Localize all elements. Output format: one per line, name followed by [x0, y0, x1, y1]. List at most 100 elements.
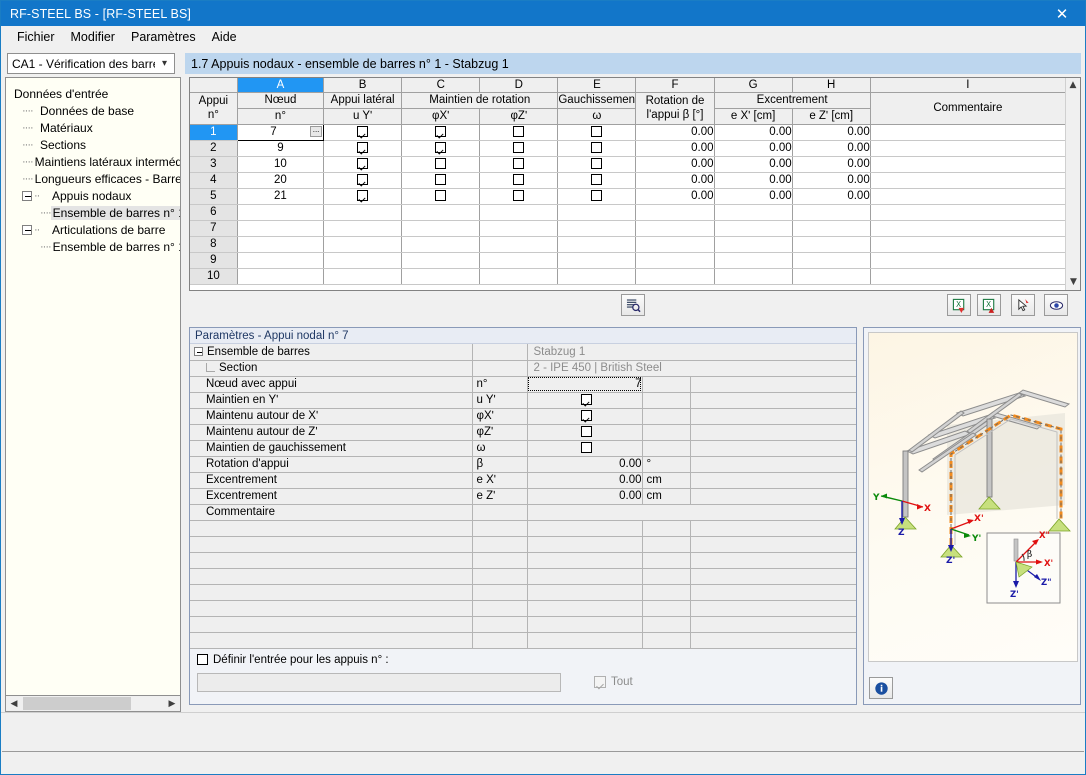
checkbox-unchecked-icon[interactable] — [591, 190, 603, 202]
param-row-empty[interactable] — [190, 536, 856, 553]
param-value-cell[interactable]: 0.00 — [527, 488, 643, 505]
grid-cell-empty[interactable] — [870, 236, 1067, 253]
grid-cell-warp[interactable] — [557, 124, 637, 141]
grid-cell-empty[interactable] — [401, 204, 481, 221]
scrollbar-thumb[interactable] — [23, 697, 131, 710]
grid-cell-ex[interactable]: 0.00 — [714, 188, 793, 205]
grid-cell-empty[interactable] — [479, 268, 559, 285]
checkbox-unchecked-icon[interactable] — [513, 158, 525, 170]
checkbox-unchecked-icon[interactable] — [591, 174, 603, 186]
table-row[interactable]: 5 21 0.00 0.00 0.00 — [190, 188, 1067, 205]
checkbox-unchecked-icon[interactable] — [513, 190, 525, 202]
grid-cell-empty[interactable] — [557, 204, 637, 221]
grid-cell-lateral[interactable] — [323, 188, 403, 205]
chevron-up-icon[interactable]: ▲ — [1066, 78, 1080, 93]
grid-cell-empty[interactable] — [635, 204, 715, 221]
grid-cell-comment[interactable] — [870, 124, 1067, 141]
grid-cell-empty[interactable] — [479, 220, 559, 237]
checkbox-unchecked-icon[interactable] — [435, 190, 447, 202]
grid-cell-empty[interactable] — [792, 236, 871, 253]
grid-row-header[interactable]: 4 — [190, 172, 238, 189]
grid-cell-ex[interactable]: 0.00 — [714, 140, 793, 157]
grid-cell-empty[interactable] — [792, 204, 871, 221]
grid-cell-rotx[interactable] — [401, 172, 481, 189]
checkbox-checked-icon[interactable] — [357, 190, 369, 202]
grid-cell-empty[interactable] — [714, 204, 793, 221]
menu-item-aide[interactable]: Aide — [204, 28, 245, 46]
grid-cell-empty[interactable] — [237, 252, 325, 269]
grid-cell-rotx[interactable] — [401, 156, 481, 173]
grid-cell-empty[interactable] — [237, 204, 325, 221]
param-value-cell[interactable]: 7 — [527, 376, 643, 393]
chevron-down-icon[interactable]: ▼ — [1066, 275, 1080, 290]
param-value-cell[interactable]: 0.00 — [527, 472, 643, 489]
view-table-icon[interactable] — [621, 294, 645, 316]
table-row[interactable]: 8 — [190, 236, 1067, 253]
grid-cell-empty[interactable] — [870, 220, 1067, 237]
param-value-cell[interactable] — [527, 504, 856, 521]
grid-cell-empty[interactable] — [870, 204, 1067, 221]
pick-in-model-icon[interactable] — [1011, 294, 1035, 316]
grid-cell-comment[interactable] — [870, 188, 1067, 205]
grid-row-header[interactable]: 3 — [190, 156, 238, 173]
all-checkbox[interactable] — [594, 676, 606, 688]
table-row[interactable]: 7 — [190, 220, 1067, 237]
param-row-empty[interactable] — [190, 600, 856, 617]
grid-col-header-F[interactable]: F — [635, 78, 715, 93]
grid-cell-warp[interactable] — [557, 188, 637, 205]
param-row[interactable]: Maintenu autour de Xʹ φXʹ — [190, 408, 856, 425]
table-row[interactable]: 1 7... 0.00 0.00 0.00 — [190, 123, 1067, 141]
grid-cell-comment[interactable] — [870, 140, 1067, 157]
table-row[interactable]: 10 — [190, 268, 1067, 285]
grid-cell-ez[interactable]: 0.00 — [792, 140, 871, 157]
grid-cell-empty[interactable] — [401, 268, 481, 285]
grid-cell-browse-button[interactable]: ... — [310, 125, 323, 137]
info-icon[interactable] — [869, 677, 893, 699]
tree-item-2[interactable]: ···· Matériaux — [10, 119, 180, 136]
grid-cell-ez[interactable]: 0.00 — [792, 172, 871, 189]
grid-row-header[interactable]: 1 — [190, 124, 238, 141]
tree-item-4[interactable]: ····Maintiens latéraux intermédiaire — [10, 153, 180, 170]
grid-cell-empty[interactable] — [635, 236, 715, 253]
grid-cell-empty[interactable] — [401, 220, 481, 237]
grid-cell-beta[interactable]: 0.00 — [635, 140, 715, 157]
grid-cell-node[interactable]: 21 — [237, 188, 325, 205]
param-value-cell[interactable]: 0.00 — [527, 456, 643, 473]
grid-cell-beta[interactable]: 0.00 — [635, 124, 715, 141]
tree-item-1[interactable]: ···· Données de base — [10, 102, 180, 119]
grid-cell-empty[interactable] — [635, 252, 715, 269]
navigation-tree[interactable]: Données d'entrée ···· Données de base ···· M… — [5, 77, 181, 703]
grid-cell-node[interactable]: 9 — [237, 140, 325, 157]
param-row[interactable]: Nœud avec appui n° 7 — [190, 376, 856, 393]
grid-cell-warp[interactable] — [557, 140, 637, 157]
grid-cell-empty[interactable] — [870, 268, 1067, 285]
grid-cell-rotz[interactable] — [479, 140, 559, 157]
grid-col-header-E[interactable]: E — [557, 78, 637, 93]
grid-col-header-H[interactable]: H — [792, 78, 871, 93]
grid-col-header-row[interactable] — [190, 78, 238, 93]
grid-cell-empty[interactable] — [635, 220, 715, 237]
grid-row-header[interactable]: 8 — [190, 236, 238, 253]
checkbox-checked-icon[interactable] — [435, 126, 447, 138]
grid-cell-ez[interactable]: 0.00 — [792, 188, 871, 205]
grid-cell-node[interactable]: 7... — [236, 123, 325, 141]
grid-cell-empty[interactable] — [237, 268, 325, 285]
grid-cell-empty[interactable] — [792, 252, 871, 269]
checkbox-unchecked-icon[interactable] — [435, 158, 447, 170]
grid-col-header-D[interactable]: D — [479, 78, 559, 93]
grid-cell-empty[interactable] — [237, 236, 325, 253]
grid-cell-empty[interactable] — [792, 268, 871, 285]
grid-cell-ex[interactable]: 0.00 — [714, 172, 793, 189]
grid-cell-node[interactable]: 10 — [237, 156, 325, 173]
param-value-cell[interactable]: Stabzug 1 — [527, 344, 856, 361]
grid-col-header-C[interactable]: C — [401, 78, 481, 93]
grid-cell-empty[interactable] — [323, 236, 403, 253]
param-row-empty[interactable] — [190, 568, 856, 585]
param-value-cell[interactable] — [527, 408, 643, 425]
checkbox-checked-icon[interactable] — [357, 126, 369, 138]
table-row[interactable]: 9 — [190, 252, 1067, 269]
param-row[interactable]: Excentrement e Xʹ 0.00 cm — [190, 472, 856, 489]
param-row[interactable]: Excentrement e Zʹ 0.00 cm — [190, 488, 856, 505]
grid-col-header-I[interactable]: I — [870, 78, 1067, 93]
model-3d-view[interactable]: Y X Z X' Y' Z' X" X' β Z" Z' — [868, 332, 1078, 662]
